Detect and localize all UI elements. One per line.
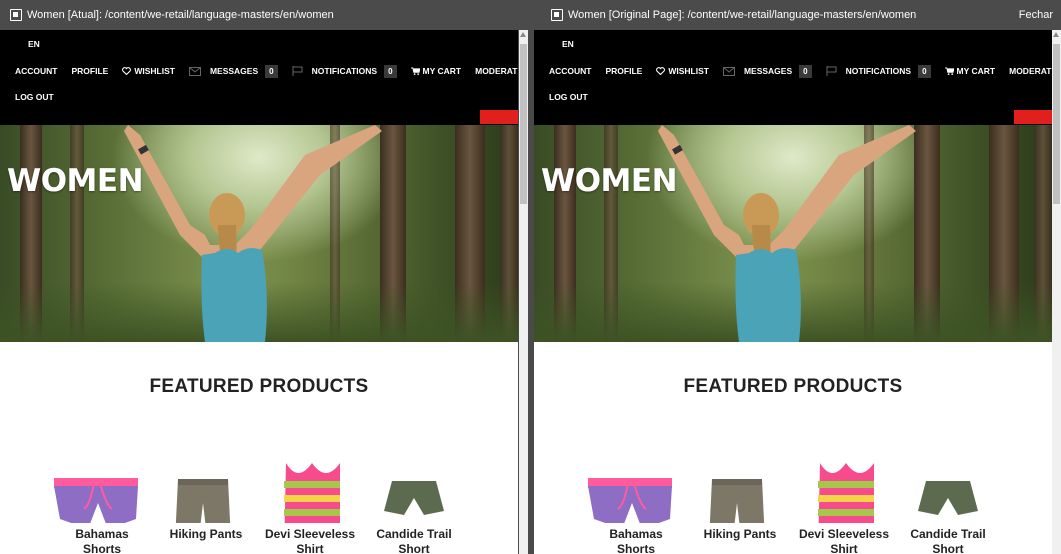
- nav-row: ACCOUNT PROFILE WISHLIST MESSAGES 0 NOTI…: [15, 64, 518, 78]
- product-image: [258, 423, 362, 553]
- nav-profile[interactable]: PROFILE: [606, 66, 643, 76]
- right-pane-title-text: Women [Original Page]: /content/we-retai…: [568, 9, 917, 21]
- nav-cart[interactable]: MY CART: [410, 66, 462, 76]
- envelope-icon: [722, 66, 735, 76]
- product-list: Bahamas Shorts Hiking Pants Devi Sleevele…: [50, 423, 466, 554]
- flag-icon: [826, 66, 837, 76]
- language-selector[interactable]: EN: [28, 39, 40, 49]
- product-name: Candide Trail Short: [376, 527, 452, 554]
- product-name: Hiking Pants: [169, 527, 243, 541]
- product-card-candide-trail-short[interactable]: Candide Trail Short: [362, 423, 466, 554]
- hero-banner: WOMEN: [0, 125, 518, 342]
- red-accent: [1014, 110, 1052, 124]
- nav-messages-label: MESSAGES: [743, 66, 793, 76]
- product-name: Hiking Pants: [703, 527, 777, 541]
- product-name: Devi Sleeveless Shirt: [798, 527, 890, 554]
- nav-account[interactable]: ACCOUNT: [549, 66, 592, 76]
- nav-logout[interactable]: LOG OUT: [15, 92, 54, 102]
- heart-icon: [656, 67, 666, 75]
- page-icon: [551, 9, 563, 21]
- product-card-hiking-pants[interactable]: Hiking Pants: [154, 423, 258, 554]
- nav-wishlist[interactable]: WISHLIST: [122, 66, 175, 76]
- red-accent: [480, 110, 518, 124]
- product-name: Bahamas Shorts: [75, 527, 129, 554]
- nav-notifications-label: NOTIFICATIONS: [845, 66, 912, 76]
- nav-accent-bar: [0, 110, 518, 124]
- heart-icon: [122, 67, 132, 75]
- cart-icon: [410, 67, 420, 75]
- nav-messages-label: MESSAGES: [209, 66, 259, 76]
- product-card-candide-trail-short[interactable]: Candide Trail Short: [896, 423, 1000, 554]
- nav-account[interactable]: ACCOUNT: [15, 66, 58, 76]
- left-pane-title: Women [Atual]: /content/we-retail/langua…: [10, 0, 334, 30]
- left-scrollbar[interactable]: [519, 30, 528, 554]
- notifications-count-badge: 0: [384, 64, 397, 78]
- product-list: Bahamas Shorts Hiking Pants Devi Sleevele…: [584, 423, 1000, 554]
- right-scrollbar-thumb[interactable]: [1053, 44, 1060, 204]
- hero-image-woman: [124, 125, 382, 342]
- nav-cart-label: MY CART: [956, 66, 996, 76]
- product-name: Devi Sleeveless Shirt: [264, 527, 356, 554]
- notifications-count-badge: 0: [918, 64, 931, 78]
- left-pane: EN ACCOUNT PROFILE WISHLIST MESSAGES 0 N…: [0, 30, 518, 554]
- nav-accent-bar: [534, 110, 1052, 124]
- nav-logout[interactable]: LOG OUT: [549, 92, 588, 102]
- hero-title: WOMEN: [541, 163, 678, 199]
- product-card-bahamas-shorts[interactable]: Bahamas Shorts: [584, 423, 688, 554]
- left-pane-title-text: Women [Atual]: /content/we-retail/langua…: [27, 9, 334, 21]
- cart-icon: [944, 67, 954, 75]
- right-pane: EN ACCOUNT PROFILE WISHLIST MESSAGES 0 N…: [534, 30, 1052, 554]
- product-image: [50, 423, 154, 529]
- nav-notifications-label: NOTIFICATIONS: [311, 66, 378, 76]
- messages-count-badge: 0: [799, 64, 812, 78]
- product-image: [584, 423, 688, 529]
- hero-banner: WOMEN: [534, 125, 1052, 342]
- nav-moderation[interactable]: MODERATION: [475, 66, 518, 76]
- nav-wishlist-label: WISHLIST: [134, 66, 175, 76]
- nav-row: ACCOUNT PROFILE WISHLIST MESSAGES 0 NOTI…: [549, 64, 1052, 78]
- page-icon: [10, 9, 22, 21]
- language-selector[interactable]: EN: [562, 39, 574, 49]
- comparison-header: Women [Atual]: /content/we-retail/langua…: [0, 0, 1061, 30]
- nav-messages[interactable]: MESSAGES 0: [188, 64, 278, 78]
- nav-notifications[interactable]: NOTIFICATIONS 0: [292, 64, 397, 78]
- featured-title: FEATURED PRODUCTS: [683, 376, 903, 397]
- envelope-icon: [188, 66, 201, 76]
- flag-icon: [292, 66, 303, 76]
- product-image: [688, 423, 792, 554]
- nav-notifications[interactable]: NOTIFICATIONS 0: [826, 64, 931, 78]
- close-button[interactable]: Fechar: [1019, 0, 1053, 30]
- product-name: Bahamas Shorts: [609, 527, 663, 554]
- hero-title: WOMEN: [7, 163, 144, 199]
- product-image: [362, 423, 466, 523]
- left-scrollbar-thumb[interactable]: [520, 44, 527, 204]
- nav-wishlist[interactable]: WISHLIST: [656, 66, 709, 76]
- nav-messages[interactable]: MESSAGES 0: [722, 64, 812, 78]
- right-scrollbar[interactable]: [1052, 30, 1061, 554]
- featured-title: FEATURED PRODUCTS: [149, 376, 369, 397]
- product-card-devi-sleeveless-shirt[interactable]: Devi Sleeveless Shirt: [258, 423, 362, 554]
- nav-moderation[interactable]: MODERATION: [1009, 66, 1052, 76]
- product-name: Candide Trail Short: [910, 527, 986, 554]
- messages-count-badge: 0: [265, 64, 278, 78]
- product-card-bahamas-shorts[interactable]: Bahamas Shorts: [50, 423, 154, 554]
- product-card-devi-sleeveless-shirt[interactable]: Devi Sleeveless Shirt: [792, 423, 896, 554]
- product-card-hiking-pants[interactable]: Hiking Pants: [688, 423, 792, 554]
- product-image: [792, 423, 896, 553]
- hero-image-woman: [658, 125, 916, 342]
- nav-profile[interactable]: PROFILE: [72, 66, 109, 76]
- right-pane-title: Women [Original Page]: /content/we-retai…: [551, 0, 916, 30]
- product-image: [896, 423, 1000, 523]
- nav-cart-label: MY CART: [422, 66, 462, 76]
- product-image: [154, 423, 258, 554]
- nav-wishlist-label: WISHLIST: [668, 66, 709, 76]
- nav-cart[interactable]: MY CART: [944, 66, 996, 76]
